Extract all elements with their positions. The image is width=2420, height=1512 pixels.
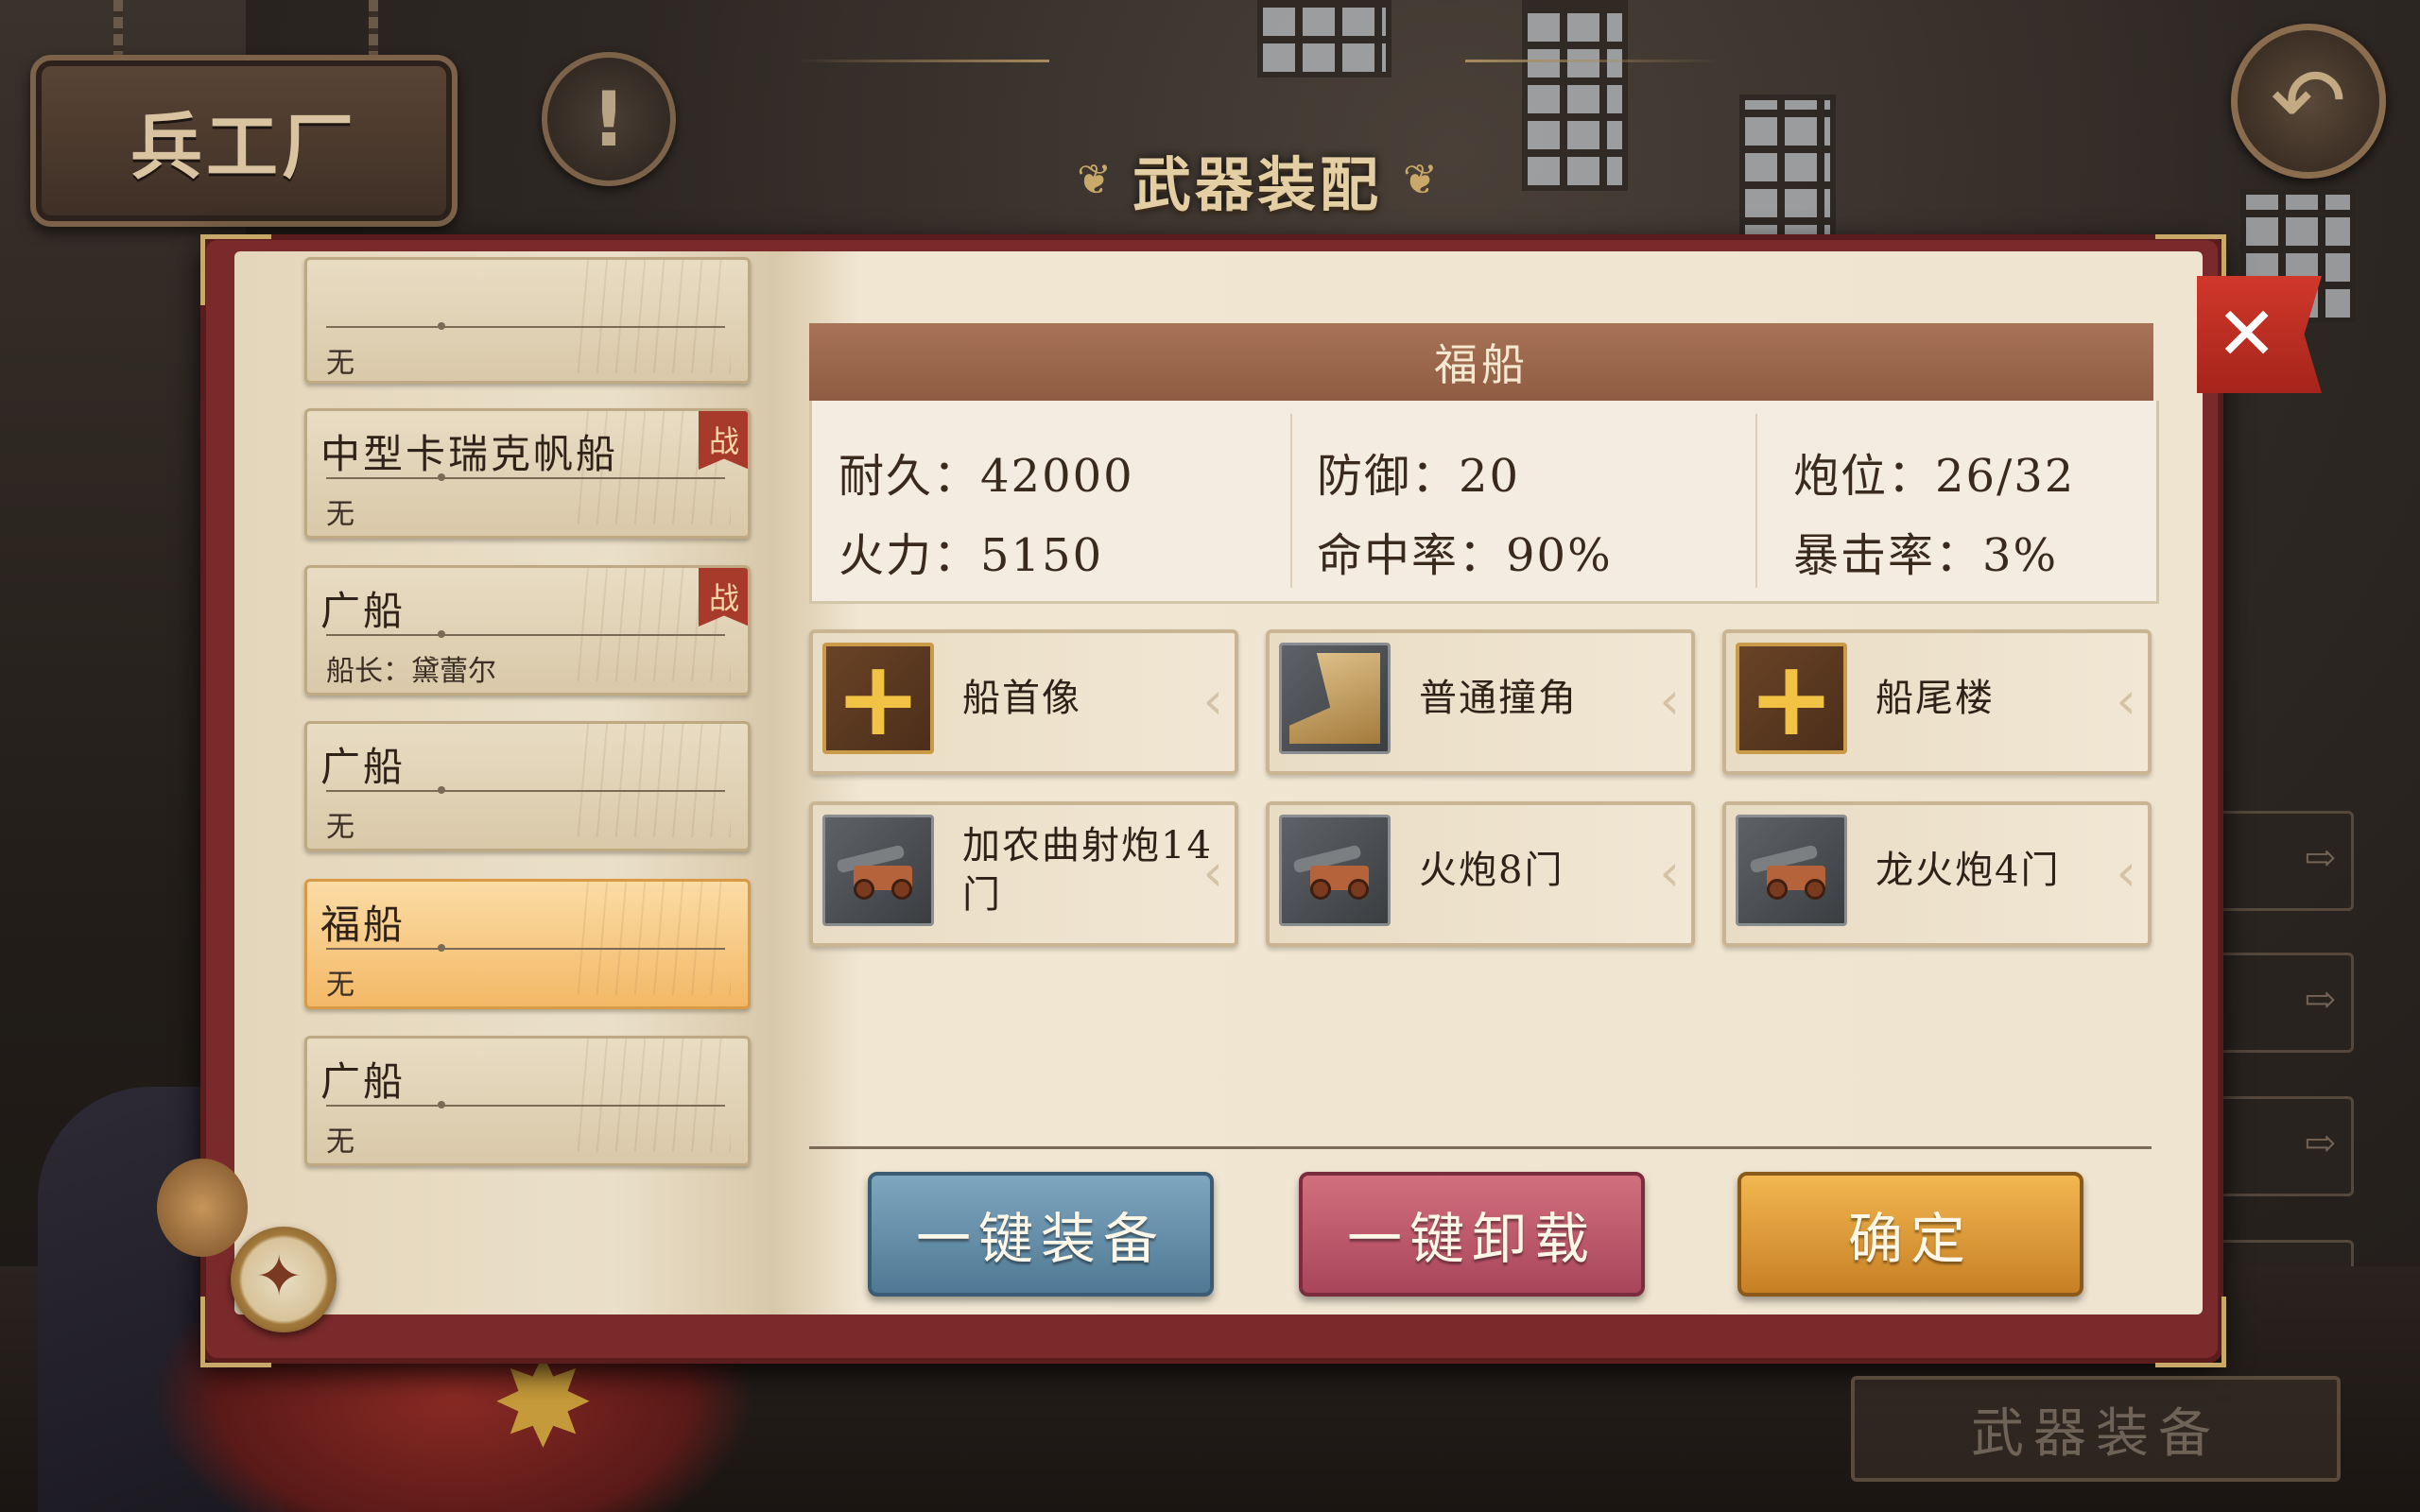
- title-ornament-icon: ❦: [1403, 155, 1438, 204]
- ship-name: 广船: [320, 1058, 406, 1105]
- unequip-all-button[interactable]: 一键卸载: [1299, 1172, 1645, 1297]
- ship-list-item[interactable]: 无: [304, 257, 751, 384]
- ship-sketch: [570, 260, 731, 373]
- exclamation-icon: !: [591, 75, 627, 163]
- ship-divider: [326, 1101, 725, 1108]
- chevron-left-icon: ‹: [2116, 671, 2136, 730]
- ship-divider: [326, 322, 725, 330]
- stats-separator: [1755, 414, 1757, 588]
- background-shelf: [2206, 1096, 2354, 1196]
- compass-lid-icon: [157, 1159, 248, 1257]
- slot-figurehead[interactable]: + 船首像 ‹: [809, 629, 1238, 775]
- background-shelf: [2206, 953, 2354, 1053]
- ship-list-item[interactable]: 中型卡瑞克帆船 无 战: [304, 408, 751, 539]
- ship-captain: 无: [326, 498, 354, 531]
- stat-gun-slots: 炮位：26/32: [1793, 450, 2076, 503]
- cannon-icon: [1279, 815, 1391, 926]
- slot-label: 加农曲射炮14门: [962, 824, 1213, 917]
- stats-separator: [1290, 414, 1292, 588]
- plus-icon: +: [1736, 643, 1847, 754]
- slot-ram[interactable]: 普通撞角 ‹: [1266, 629, 1695, 775]
- stat-firepower: 火力：5150: [838, 529, 1104, 582]
- ship-name: 广船: [320, 744, 406, 790]
- slot-label: 船尾楼: [1876, 677, 1995, 720]
- background-shelf: [2206, 811, 2354, 911]
- ship-divider: [326, 630, 725, 638]
- close-icon: ✕: [2216, 292, 2278, 377]
- chevron-left-icon: ‹: [1202, 843, 1223, 902]
- plus-icon: +: [822, 643, 934, 754]
- page-title-row: ❦ 武器装配 ❦: [983, 142, 1531, 219]
- cannon-icon: [1736, 815, 1847, 926]
- armory-sign: 兵工厂: [30, 55, 458, 227]
- ship-captain: 无: [326, 811, 354, 844]
- stat-durability: 耐久：42000: [838, 450, 1134, 503]
- ship-name: 福船: [320, 902, 406, 948]
- slot-label: 普通撞角: [1419, 677, 1578, 720]
- cannon-icon: [822, 815, 934, 926]
- chevron-left-icon: ‹: [1202, 671, 1223, 730]
- frame-corner: [2155, 1297, 2226, 1367]
- ship-name: 广船: [320, 588, 406, 634]
- armory-sign-label: 兵工厂: [130, 105, 357, 189]
- chevron-left-icon: ‹: [1659, 843, 1680, 902]
- ship-name: 中型卡瑞克帆船: [320, 431, 619, 477]
- ship-captain: 无: [326, 347, 354, 380]
- background-window: [1522, 0, 1628, 191]
- equip-all-button[interactable]: 一键装备: [868, 1172, 1214, 1297]
- sign-chain: [113, 0, 123, 59]
- ship-sketch: [570, 1039, 731, 1152]
- background-window: [1257, 0, 1392, 77]
- slot-label: 船首像: [962, 677, 1081, 720]
- stat-crit-rate: 暴击率：3%: [1793, 529, 2059, 582]
- ship-stats-panel: 耐久：42000 火力：5150 防御：20 命中率：90% 炮位：26/32 …: [809, 401, 2159, 604]
- weapon-equip-label: 武器装备: [1971, 1402, 2221, 1465]
- stat-accuracy: 命中率：90%: [1317, 529, 1613, 582]
- ship-detail-header: 福船: [809, 323, 2153, 401]
- ship-list-item-selected[interactable]: 福船 无: [304, 879, 751, 1009]
- title-divider-right: [1465, 60, 1720, 62]
- slot-cannon-howitzer[interactable]: 加农曲射炮14门 ‹: [809, 801, 1238, 947]
- ship-divider: [326, 473, 725, 481]
- ship-sketch: [570, 724, 731, 837]
- actions-divider: [809, 1146, 2152, 1149]
- slot-label: 火炮8门: [1419, 849, 1564, 892]
- chevron-left-icon: ‹: [2116, 843, 2136, 902]
- weapon-equip-button[interactable]: 武器装备: [1851, 1376, 2341, 1482]
- frame-corner: [200, 234, 271, 305]
- info-button[interactable]: !: [542, 52, 676, 186]
- page-title: 武器装配: [1132, 150, 1382, 219]
- title-ornament-icon: ❦: [1077, 155, 1112, 204]
- ship-list-item[interactable]: 广船 无: [304, 1036, 751, 1166]
- stat-defense: 防御：20: [1317, 450, 1521, 503]
- ship-sketch: [570, 882, 731, 995]
- ship-captain: 无: [326, 1125, 354, 1159]
- slot-sterncastle[interactable]: + 船尾楼 ‹: [1722, 629, 2152, 775]
- ship-captain: 无: [326, 969, 354, 1002]
- ship-divider: [326, 944, 725, 952]
- title-divider-left: [794, 60, 1049, 62]
- ship-detail-name: 福船: [1434, 339, 1529, 390]
- ram-icon: [1279, 643, 1391, 754]
- slot-label: 龙火炮4门: [1876, 849, 2061, 892]
- chevron-left-icon: ‹: [1659, 671, 1680, 730]
- confirm-button[interactable]: 确定: [1737, 1172, 2083, 1297]
- ship-captain: 船长：黛蕾尔: [326, 655, 496, 688]
- ship-list-item[interactable]: 广船 无: [304, 721, 751, 851]
- back-arrow-icon: ↶: [2270, 48, 2347, 154]
- ship-divider: [326, 786, 725, 794]
- ship-list-item[interactable]: 广船 船长：黛蕾尔 战: [304, 565, 751, 696]
- back-button[interactable]: ↶: [2231, 24, 2386, 179]
- slot-cannon[interactable]: 火炮8门 ‹: [1266, 801, 1695, 947]
- sign-chain: [369, 0, 378, 59]
- close-button[interactable]: ✕: [2197, 276, 2322, 393]
- compass-icon: [231, 1227, 337, 1332]
- slot-dragon-cannon[interactable]: 龙火炮4门 ‹: [1722, 801, 2152, 947]
